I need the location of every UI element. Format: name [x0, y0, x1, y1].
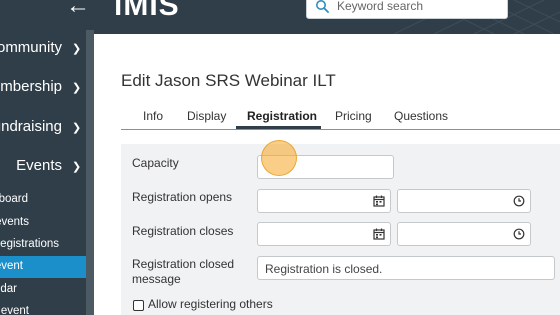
tab-pricing[interactable]: Pricing	[335, 109, 372, 123]
sidebar-subitem-label: Find events	[0, 216, 29, 228]
sidebar-subitem-find-registrations[interactable]: Find registrations	[0, 234, 86, 256]
sidebar-item-fundraising[interactable]: Fundraising ❯	[0, 118, 94, 138]
back-arrow-icon[interactable]: ←	[66, 0, 90, 18]
tab-registration[interactable]: Registration	[247, 109, 317, 123]
search-input[interactable]	[337, 0, 502, 15]
imis-logo[interactable]: iMIS	[114, 0, 180, 23]
closed-message-label: Registration closed message	[132, 257, 235, 286]
click-indicator	[261, 140, 297, 176]
sidebar-subitem-label: Dashboard	[0, 193, 28, 205]
sidebar-item-events[interactable]: Events ❯	[0, 157, 94, 177]
registration-opens-label: Registration opens	[132, 190, 233, 204]
registration-opens-time[interactable]	[397, 189, 531, 213]
clock-icon[interactable]	[513, 195, 525, 207]
registration-opens-date[interactable]	[257, 189, 391, 213]
closed-message-field[interactable]: Registration is closed.	[257, 256, 555, 280]
sidebar-subitem-find-events[interactable]: Find events	[0, 212, 86, 234]
clock-icon[interactable]	[513, 228, 525, 240]
sidebar-item-label: Membership	[0, 78, 62, 95]
calendar-icon[interactable]	[373, 195, 385, 207]
sidebar-item-label: Community	[0, 39, 62, 56]
tab-info[interactable]: Info	[143, 109, 163, 123]
registration-closes-date[interactable]	[257, 222, 391, 246]
sidebar-subitem-dashboard[interactable]: Dashboard	[0, 189, 86, 211]
chevron-down-icon: ❯	[72, 43, 82, 55]
tab-display[interactable]: Display	[187, 109, 226, 123]
registration-closes-time[interactable]	[397, 222, 531, 246]
chevron-down-icon: ❯	[72, 82, 82, 94]
chevron-down-icon: ❯	[72, 122, 82, 134]
sidebar-subitem-label: New event	[0, 260, 23, 272]
sidebar-subitem-label: Copy event	[0, 305, 29, 315]
sidebar-subitem-calendar[interactable]: Calendar	[0, 279, 86, 301]
calendar-icon[interactable]	[373, 228, 385, 240]
search-icon[interactable]	[315, 0, 329, 13]
active-tab-indicator	[236, 126, 321, 129]
registration-closes-label: Registration closes	[132, 224, 234, 238]
sidebar-scrollbar[interactable]	[86, 30, 94, 315]
keyword-search[interactable]	[306, 0, 508, 19]
tab-questions[interactable]: Questions	[394, 109, 448, 123]
sidebar-item-community[interactable]: Community ❯	[0, 39, 94, 59]
sidebar: ← Community ❯ Membership ❯ Fundraising ❯…	[0, 0, 94, 315]
closed-message-value: Registration is closed.	[265, 262, 383, 276]
capacity-label: Capacity	[132, 156, 179, 170]
sidebar-item-label: Fundraising	[0, 118, 62, 135]
sidebar-subitem-copy-event[interactable]: Copy event	[0, 301, 86, 315]
sidebar-item-label: Events	[16, 157, 62, 174]
tab-bar: Info Display Registration Pricing Questi…	[121, 107, 560, 130]
sidebar-subitem-label: Find registrations	[0, 238, 59, 250]
allow-registering-others-checkbox[interactable]	[133, 300, 144, 311]
sidebar-subitem-label: Calendar	[0, 283, 17, 295]
chevron-up-icon: ❯	[72, 161, 82, 173]
top-header: iMIS	[94, 0, 560, 34]
sidebar-item-membership[interactable]: Membership ❯	[0, 78, 94, 98]
allow-registering-others-label[interactable]: Allow registering others	[148, 297, 273, 311]
page-title: Edit Jason SRS Webinar ILT	[121, 71, 336, 90]
sidebar-subitem-new-event[interactable]: New event	[0, 256, 86, 278]
